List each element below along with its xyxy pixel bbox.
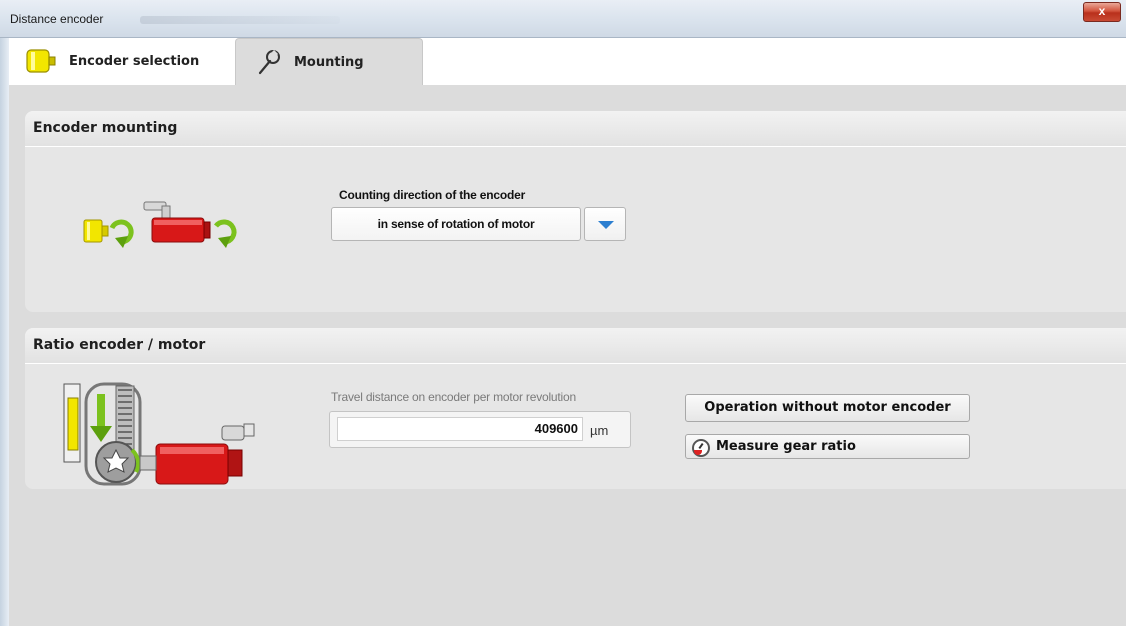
tab-label: Mounting (294, 54, 364, 70)
encoder-motor-illustration (82, 198, 242, 250)
tab-strip: Encoder selection Mounting (9, 38, 1126, 85)
tab-label: Encoder selection (69, 53, 200, 69)
belt-drive-illustration (60, 380, 265, 488)
title-bar: Distance encoder x (0, 0, 1126, 38)
travel-distance-label: Travel distance on encoder per motor rev… (331, 390, 576, 404)
travel-distance-unit: µm (590, 423, 609, 438)
tab-mounting[interactable]: Mounting (235, 38, 423, 85)
measure-gear-ratio-label: Measure gear ratio (716, 439, 856, 454)
encoder-mounting-header: Encoder mounting (25, 111, 1126, 147)
window-left-border (0, 38, 9, 626)
travel-distance-input[interactable]: 409600 (337, 417, 583, 441)
wrench-icon (254, 47, 282, 77)
counting-direction-dropdown-button[interactable] (584, 207, 626, 241)
measure-gear-ratio-button[interactable]: Measure gear ratio (685, 434, 970, 459)
ratio-header: Ratio encoder / motor (25, 328, 1126, 364)
counting-direction-select[interactable]: in sense of rotation of motor (331, 207, 581, 241)
gauge-icon (692, 439, 710, 457)
panel-title: Ratio encoder / motor (33, 337, 206, 353)
counting-direction-label: Counting direction of the encoder (339, 188, 526, 202)
encoder-icon (23, 46, 59, 76)
operation-without-motor-encoder-button[interactable]: Operation without motor encoder (685, 394, 970, 422)
window-title: Distance encoder (10, 12, 104, 26)
tab-encoder-selection[interactable]: Encoder selection (13, 38, 238, 84)
chevron-down-icon (598, 221, 614, 229)
title-bar-ghost-text (140, 16, 340, 24)
close-button[interactable]: x (1083, 2, 1121, 22)
panel-title: Encoder mounting (33, 120, 178, 136)
